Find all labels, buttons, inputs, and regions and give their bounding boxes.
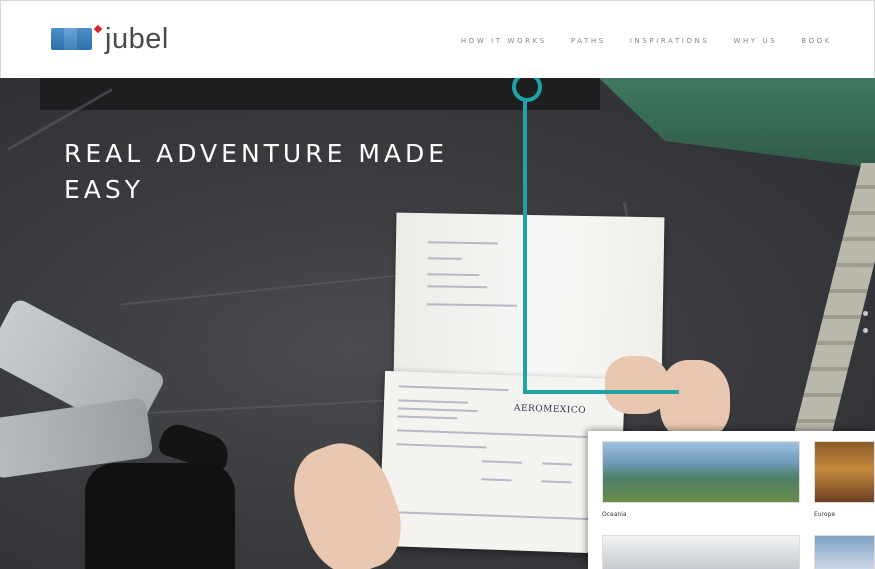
inspirations-preview-card: Oceania Europe	[588, 431, 875, 569]
nav-paths[interactable]: PATHS	[571, 37, 606, 45]
page: jubel HOW IT WORKS PATHS INSPIRATIONS WH…	[0, 0, 875, 569]
thumbnail-caption: Europe	[814, 511, 836, 518]
hero-section: REAL ADVENTURE MADE EASY AEROMEXICO Ocea…	[0, 78, 875, 569]
thumbnail-oceania[interactable]	[602, 441, 800, 503]
hero-headline: REAL ADVENTURE MADE EASY	[64, 139, 449, 204]
nav-how-it-works[interactable]: HOW IT WORKS	[461, 37, 547, 45]
slider-dot[interactable]	[863, 311, 868, 316]
thumbnail[interactable]	[602, 535, 800, 569]
main-nav: HOW IT WORKS PATHS INSPIRATIONS WHY US B…	[461, 37, 832, 45]
callout-line	[523, 98, 527, 394]
airline-logo: AEROMEXICO	[513, 403, 587, 416]
bag	[85, 463, 235, 569]
brand-logo[interactable]: jubel	[51, 19, 169, 59]
thumbnail[interactable]	[814, 535, 875, 569]
hero-background-wall	[599, 78, 875, 168]
hand	[660, 360, 730, 440]
slider-dot[interactable]	[863, 328, 868, 333]
floor-line	[120, 272, 420, 306]
callout-line	[523, 390, 679, 394]
site-header: jubel HOW IT WORKS PATHS INSPIRATIONS WH…	[0, 0, 875, 78]
thumbnail-europe[interactable]	[814, 441, 875, 503]
nav-inspirations[interactable]: INSPIRATIONS	[630, 37, 710, 45]
logo-text: jubel	[105, 22, 169, 55]
logo-map-icon	[51, 24, 103, 52]
thumbnail-caption: Oceania	[602, 511, 627, 518]
nav-book[interactable]: BOOK	[801, 37, 832, 45]
nav-why-us[interactable]: WHY US	[733, 37, 777, 45]
